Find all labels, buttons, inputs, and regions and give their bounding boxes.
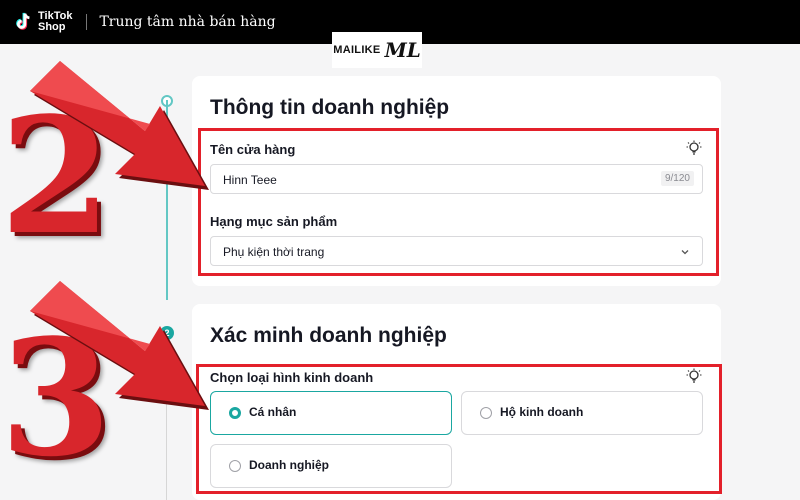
page-title: Trung tâm nhà bán hàng <box>99 14 276 30</box>
red-arrow-icon <box>30 281 209 410</box>
logo-divider <box>86 14 88 30</box>
watermark-text: MAILIKE <box>333 44 381 56</box>
logo-line-2: Shop <box>38 21 66 33</box>
watermark-logo: MAILIKE ML <box>332 32 422 68</box>
tiktok-shop-logo[interactable]: TikTok Shop <box>12 10 72 34</box>
red-arrow-icon <box>30 61 209 190</box>
business-verification-title: Xác minh doanh nghiệp <box>210 324 447 347</box>
tiktok-note-icon <box>16 12 30 30</box>
logo-text: TikTok Shop <box>38 11 72 33</box>
highlight-box-step-2 <box>198 128 719 276</box>
business-info-title: Thông tin doanh nghiệp <box>210 96 450 119</box>
watermark-glyph: ML <box>384 38 421 62</box>
highlight-box-step-3 <box>196 364 722 494</box>
